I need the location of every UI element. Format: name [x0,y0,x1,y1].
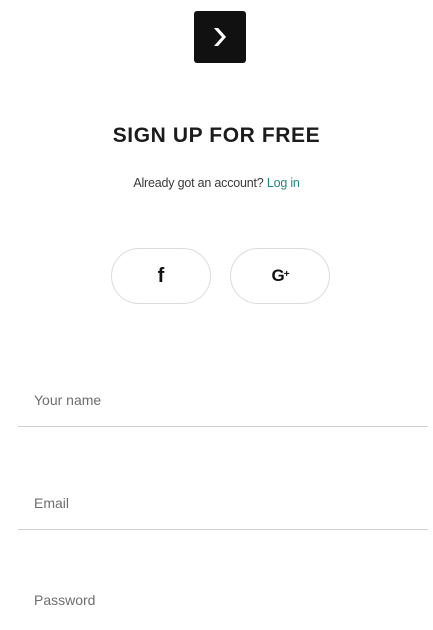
chevron-right-icon [209,26,231,48]
google-signup-button[interactable]: G+ [230,248,330,304]
login-link[interactable]: Log in [267,176,300,190]
facebook-signup-button[interactable]: f [111,248,211,304]
page-title: SIGN UP FOR FREE [112,124,321,147]
password-input[interactable] [18,578,428,622]
google-plus-icon: G+ [271,266,289,285]
email-input[interactable] [18,476,428,530]
login-prompt-text: Already got an account? [133,176,267,190]
name-input[interactable] [18,373,428,427]
login-prompt: Already got an account? Log in [0,176,433,190]
logo[interactable] [194,11,246,63]
facebook-icon: f [157,264,165,287]
